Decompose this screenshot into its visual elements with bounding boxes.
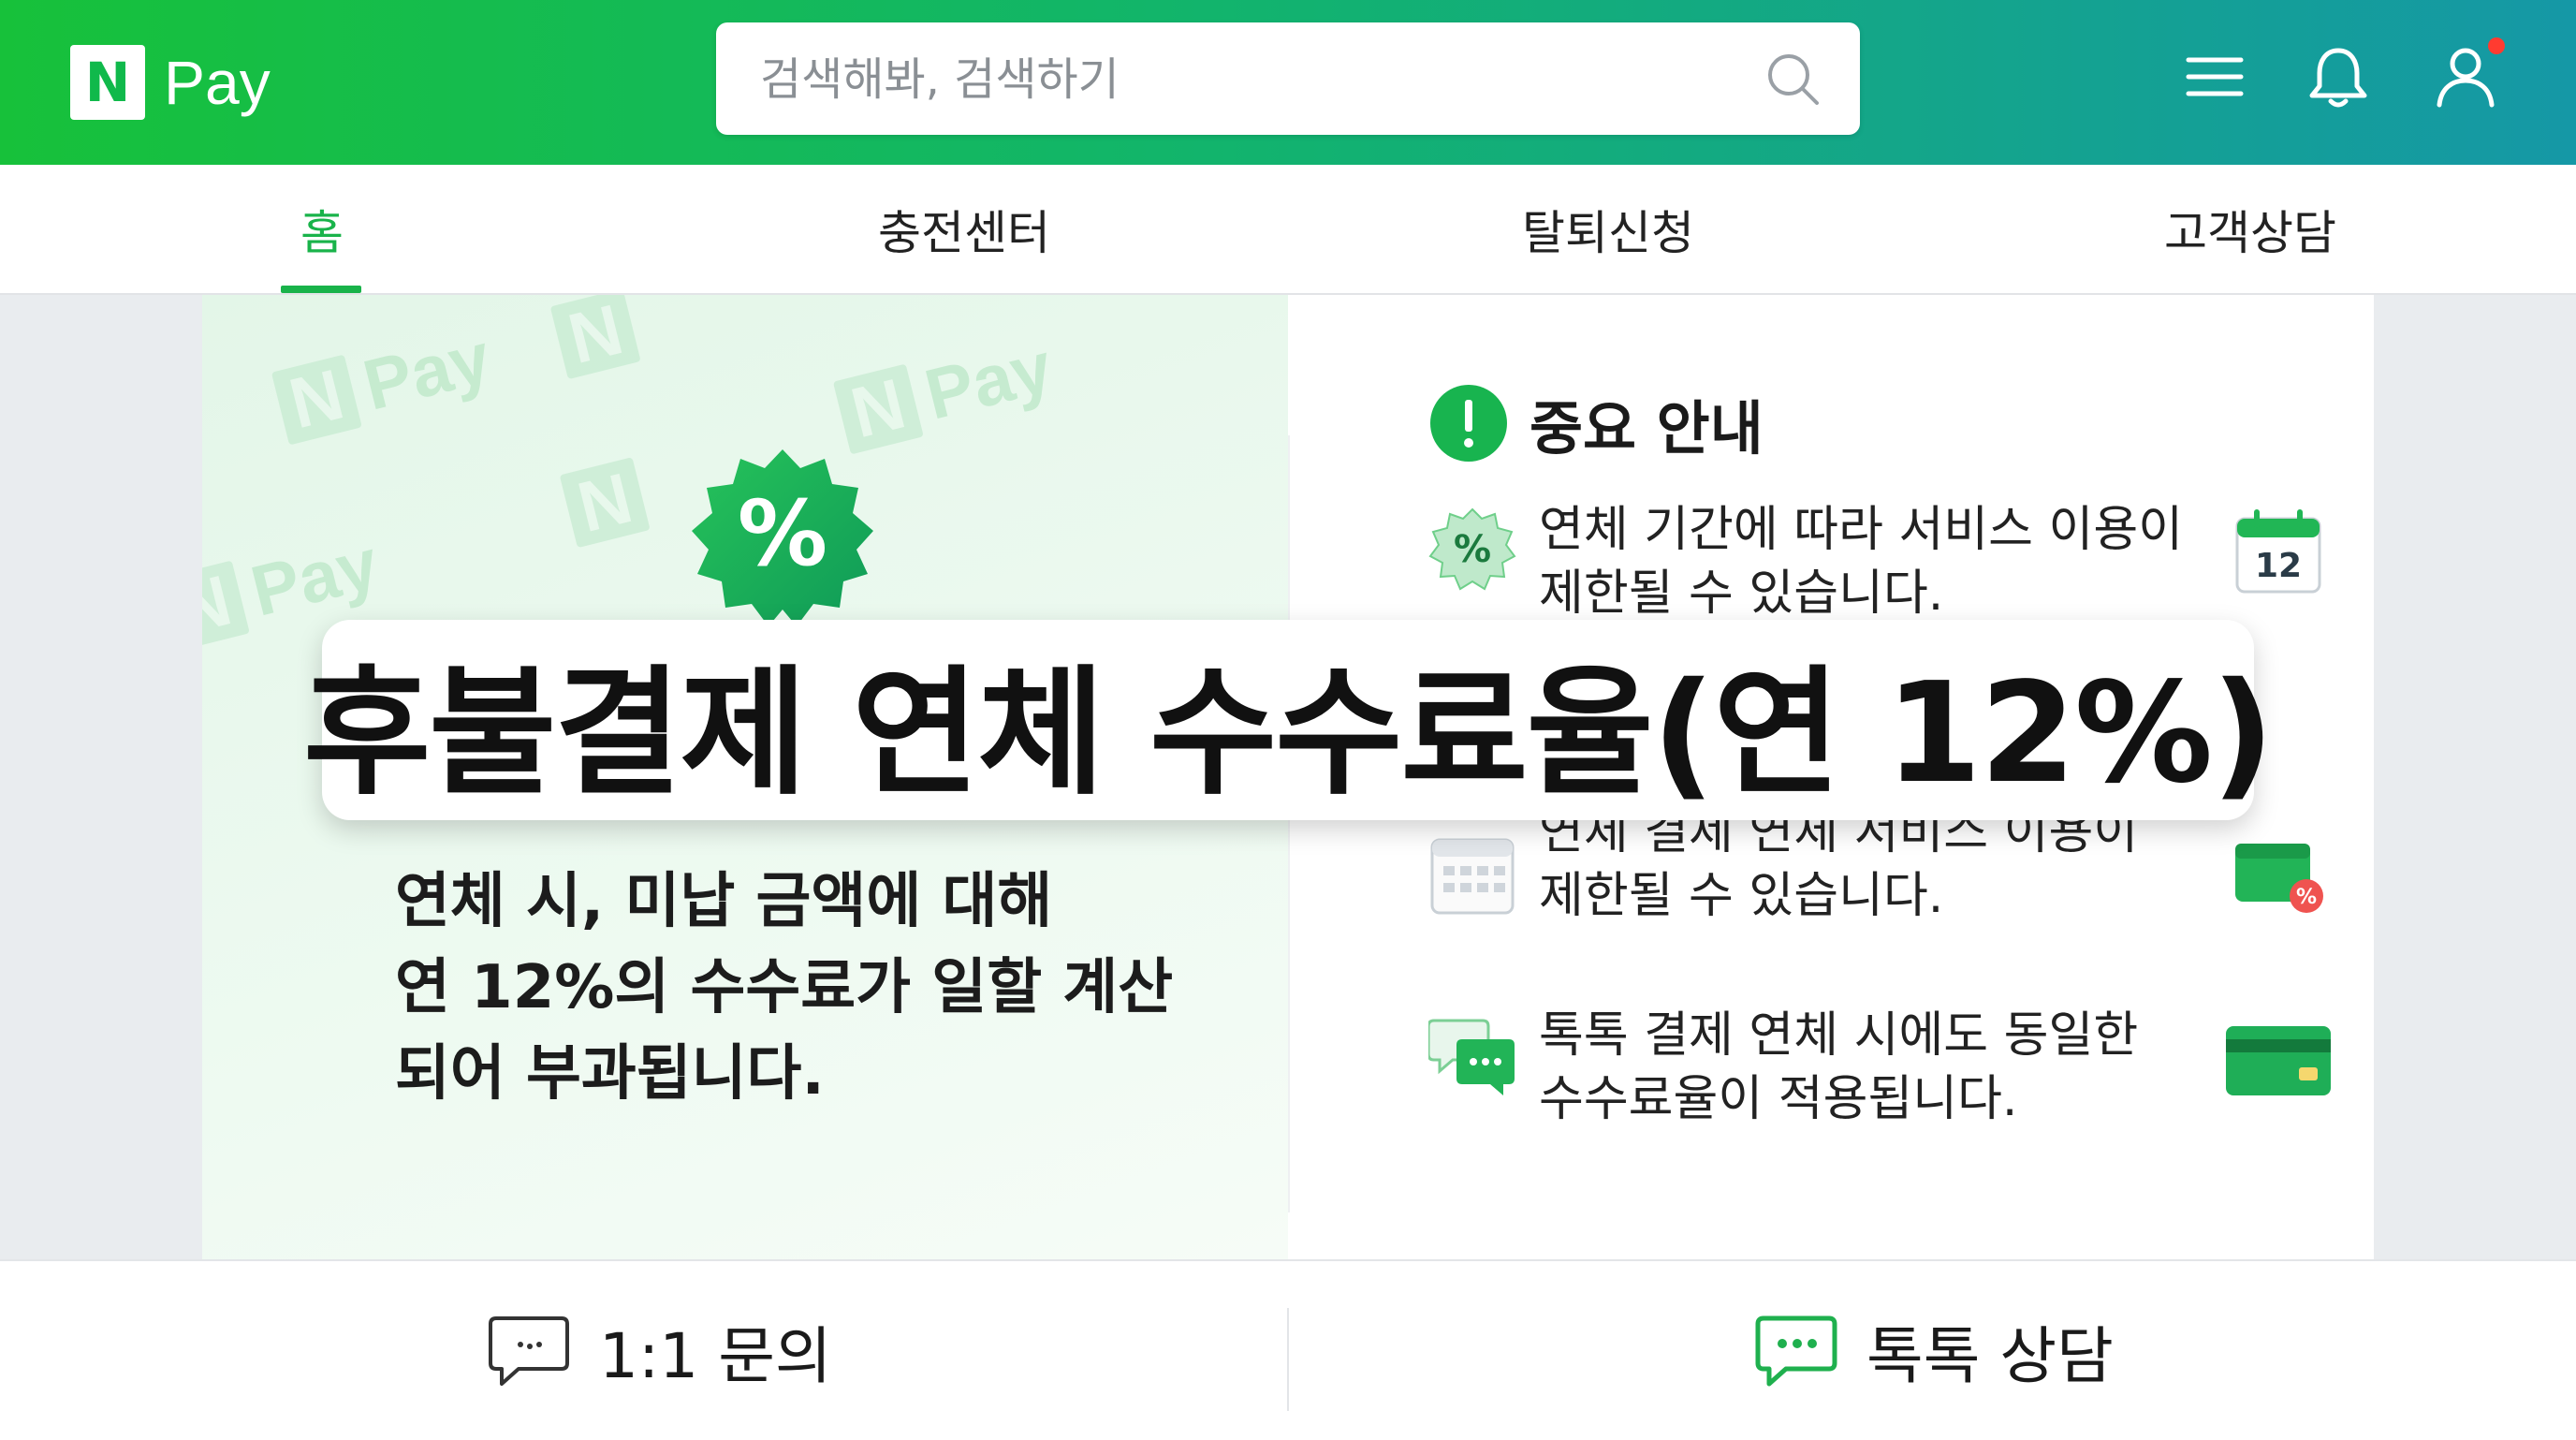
calendar-grid-icon [1430, 838, 1515, 915]
svg-text:%: % [2296, 886, 2317, 909]
notification-dot [2488, 37, 2505, 54]
notice-item-text: 연체 기간에 따라 서비스 이용이 제한될 수 있습니다. [1539, 502, 2184, 622]
talk-consult-button[interactable]: 톡톡 상담 [1754, 1261, 2114, 1440]
watermark: N [559, 454, 664, 549]
chat-bubbles-icon [1428, 1019, 1515, 1095]
talk-consult-label: 톡톡 상담 [1866, 1319, 2114, 1392]
search-icon[interactable] [1763, 49, 1822, 109]
badge-symbol: % [738, 481, 827, 586]
calendar-icon: 12 [2235, 509, 2321, 594]
notice-item-text: 톡톡 결제 연체 시에도 동일한 수수료율이 적용됩니다. [1539, 1007, 2139, 1127]
tab-charge-center[interactable]: 충전센터 [824, 165, 1105, 293]
inquiry-label: 1:1 문의 [599, 1319, 832, 1392]
bottom-bar: 1:1 문의 톡톡 상담 [0, 1259, 2576, 1440]
logo-text: Pay [164, 48, 271, 117]
menu-icon[interactable] [2179, 41, 2250, 112]
tab-withdrawal[interactable]: 탈퇴신청 [1468, 165, 1749, 293]
alert-icon [1430, 385, 1507, 462]
watermark: N Pay [271, 317, 498, 448]
speech-bubble-icon [489, 1315, 569, 1386]
notice-title: 중요 안내 [1530, 394, 1764, 463]
percent-badge-icon: % [692, 449, 873, 626]
inquiry-button[interactable]: 1:1 문의 [487, 1261, 832, 1440]
wallet-percent-icon: % [2235, 844, 2323, 913]
active-tab-indicator [281, 286, 361, 293]
tab-customer-support[interactable]: 고객상담 [2110, 165, 2391, 293]
watermark: N Pay [832, 327, 1060, 458]
svg-text:%: % [1454, 528, 1491, 571]
bottom-divider [1287, 1308, 1289, 1411]
search-input[interactable] [758, 22, 1745, 137]
logo-mark: N [70, 45, 145, 120]
chat-icon [1755, 1315, 1837, 1386]
bell-icon[interactable] [2303, 41, 2374, 112]
search-bar[interactable] [716, 22, 1860, 137]
notice-header: 중요 안내 [1428, 381, 1764, 465]
overlay-title: 후불결제 연체 수수료율(연 12%) [303, 652, 2275, 814]
fee-description: 연체 시, 미납 금액에 대해 연 12%의 수수료가 일할 계산 되어 부과됩… [395, 867, 1174, 1109]
svg-text:12: 12 [2255, 547, 2302, 585]
tab-home[interactable]: 홈 [228, 165, 416, 293]
watermark: N [549, 295, 654, 380]
npay-logo[interactable]: N Pay [70, 45, 271, 120]
percent-badge-icon: % [1428, 507, 1516, 591]
tab-bar: 홈 충전센터 탈퇴신청 고객상담 [0, 165, 2576, 295]
top-header: N Pay [0, 0, 2576, 165]
credit-card-icon [2226, 1026, 2331, 1095]
title-overlay: 후불결제 연체 수수료율(연 12%) [303, 620, 2275, 820]
